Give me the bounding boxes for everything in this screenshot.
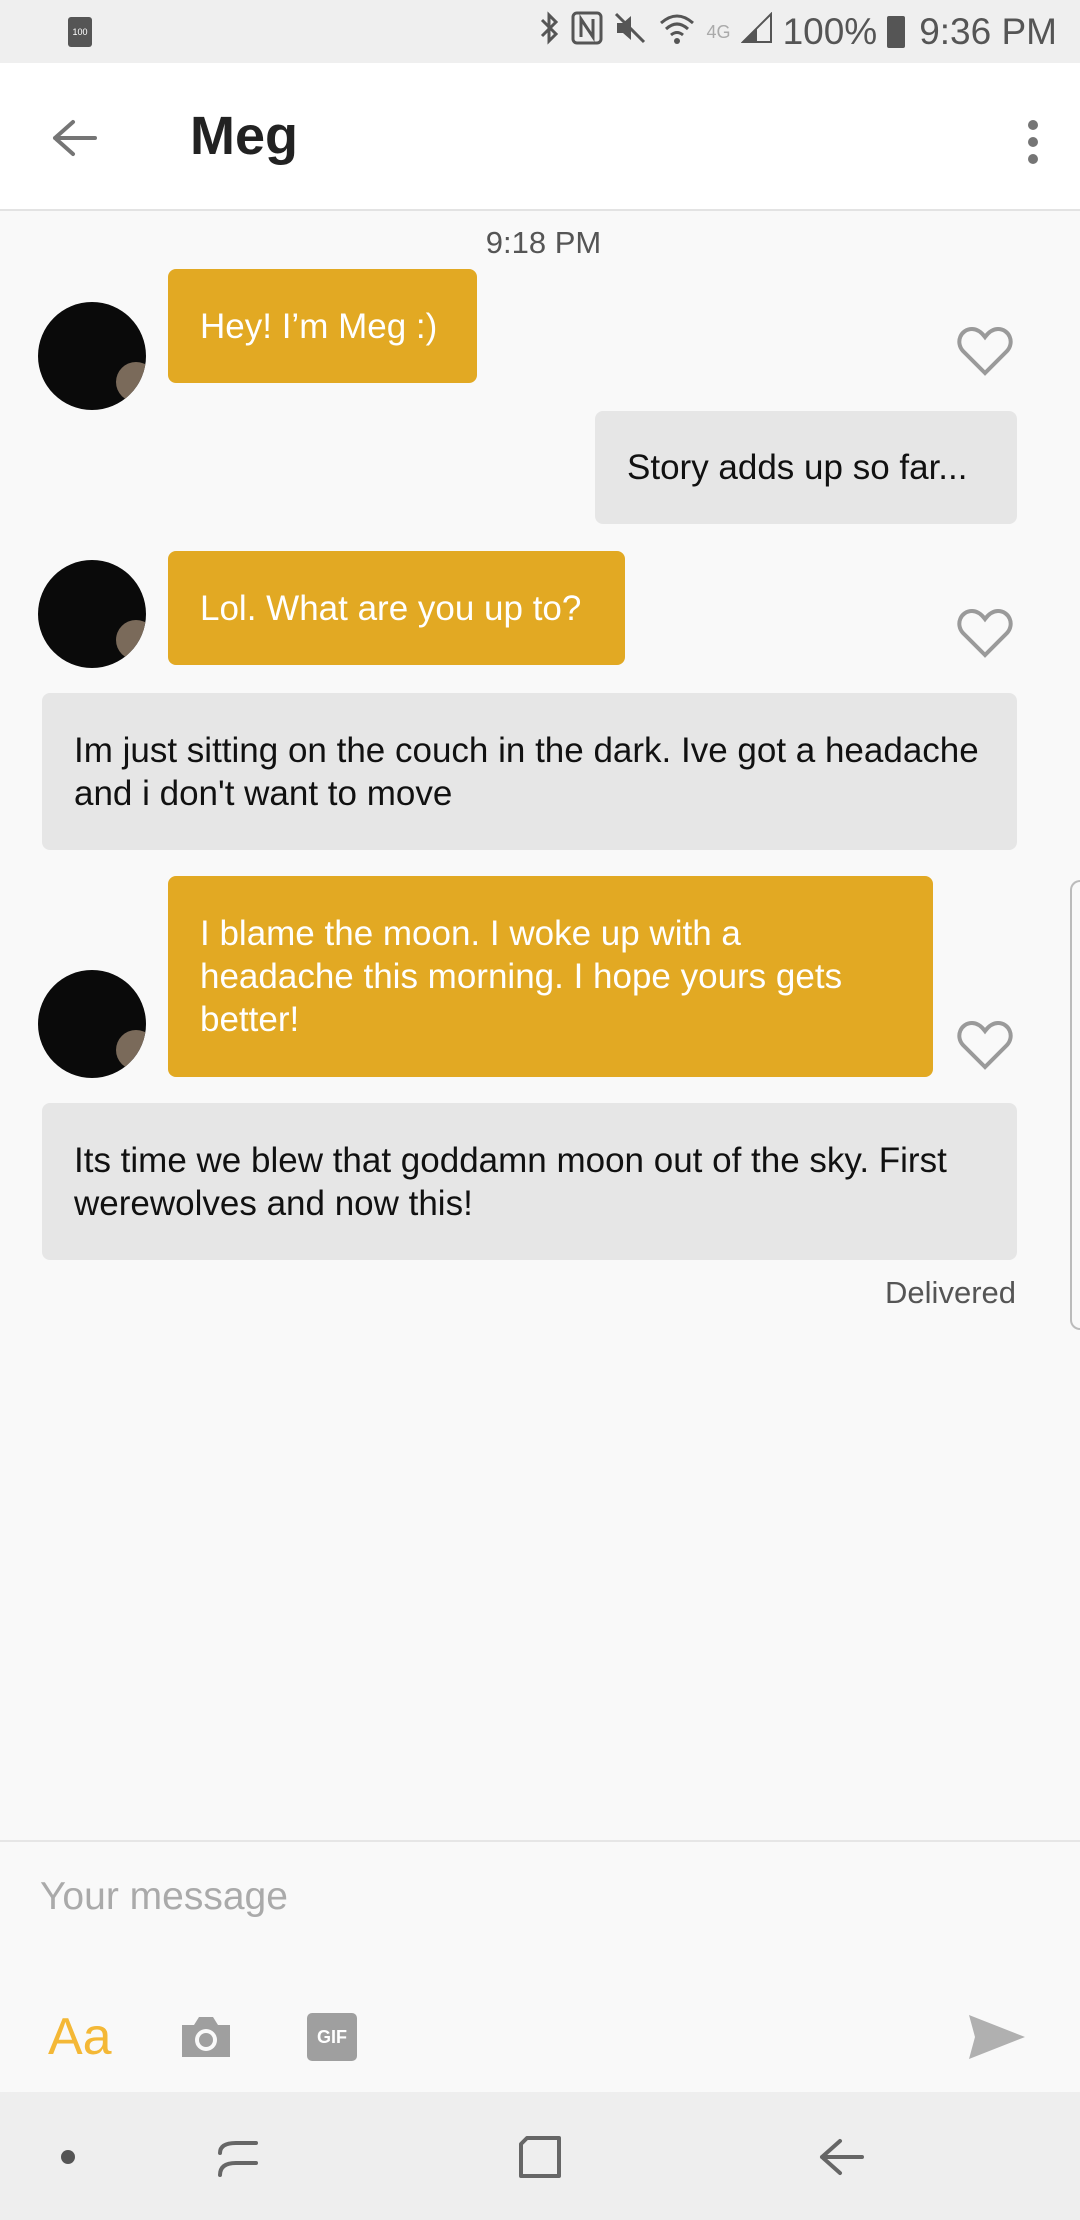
clock: 9:36 PM xyxy=(919,11,1057,52)
more-options-button[interactable] xyxy=(1008,107,1058,177)
battery-notification-icon: 100 xyxy=(68,17,92,47)
avatar[interactable] xyxy=(38,560,146,668)
message-composer: Aa GIF xyxy=(0,1840,1080,2092)
camera-icon xyxy=(182,2017,230,2057)
message-bubble-sent[interactable]: Im just sitting on the couch in the dark… xyxy=(42,693,1017,850)
arrow-left-icon xyxy=(53,120,97,156)
dot-icon xyxy=(61,2150,75,2164)
recent-apps-icon xyxy=(218,2141,258,2177)
nav-back-button[interactable] xyxy=(807,2122,877,2192)
battery-small-label: 100 xyxy=(72,27,88,37)
avatar[interactable] xyxy=(38,302,146,410)
app-bar: Meg xyxy=(0,63,1080,211)
home-button[interactable] xyxy=(505,2122,575,2192)
camera-button[interactable] xyxy=(176,2002,236,2072)
back-arrow-icon xyxy=(820,2139,864,2175)
gif-label: GIF xyxy=(317,2026,347,2047)
heart-icon[interactable] xyxy=(957,607,1013,659)
send-button[interactable] xyxy=(962,2002,1032,2072)
heart-icon[interactable] xyxy=(957,1019,1013,1071)
heart-icon[interactable] xyxy=(957,325,1013,377)
status-bar: 100 4G 100% 9:36 PM xyxy=(0,0,1080,63)
mute-icon xyxy=(613,11,647,53)
message-input[interactable] xyxy=(40,1862,940,1932)
status-icons: 4G 100% 9:36 PM xyxy=(539,8,1057,56)
home-square-icon xyxy=(519,2136,561,2178)
message-text: Story adds up so far... xyxy=(627,448,968,487)
wifi-icon xyxy=(657,11,697,53)
avatar[interactable] xyxy=(38,970,146,1078)
message-text: I blame the moon. I woke up with a heada… xyxy=(200,914,843,1039)
send-icon xyxy=(969,2015,1025,2059)
message-text: Hey! I’m Meg :) xyxy=(200,306,438,346)
back-button[interactable] xyxy=(40,103,110,173)
recent-apps-button[interactable] xyxy=(203,2122,273,2192)
bluetooth-icon xyxy=(539,11,561,53)
more-vert-icon xyxy=(1028,120,1038,164)
system-nav-bar xyxy=(0,2092,1080,2220)
message-text: Lol. What are you up to? xyxy=(200,588,582,628)
battery-icon xyxy=(887,16,906,48)
message-bubble-sent[interactable]: Its time we blew that goddamn moon out o… xyxy=(42,1103,1017,1260)
network-type-label: 4G xyxy=(706,21,731,42)
gif-button[interactable]: GIF xyxy=(306,2002,358,2072)
nav-dot-button[interactable] xyxy=(33,2122,103,2192)
chat-title: Meg xyxy=(190,106,298,166)
text-format-label: Aa xyxy=(48,2008,112,2066)
message-bubble-sent[interactable]: Story adds up so far... xyxy=(595,411,1017,524)
message-text: Im just sitting on the couch in the dark… xyxy=(74,730,979,813)
signal-icon xyxy=(740,11,773,52)
message-text: Its time we blew that goddamn moon out o… xyxy=(74,1140,947,1223)
message-bubble-received[interactable]: Lol. What are you up to? xyxy=(168,551,625,665)
gif-icon: GIF xyxy=(307,2013,357,2061)
edge-panel-handle[interactable] xyxy=(1070,880,1080,1330)
nfc-icon xyxy=(571,11,603,53)
delivery-status: Delivered xyxy=(885,1275,1016,1310)
text-format-button[interactable]: Aa xyxy=(48,2002,112,2072)
battery-percent: 100% xyxy=(782,11,878,52)
message-timestamp: 9:18 PM xyxy=(485,225,602,260)
message-bubble-received[interactable]: I blame the moon. I woke up with a heada… xyxy=(168,876,933,1077)
message-bubble-received[interactable]: Hey! I’m Meg :) xyxy=(168,269,477,383)
